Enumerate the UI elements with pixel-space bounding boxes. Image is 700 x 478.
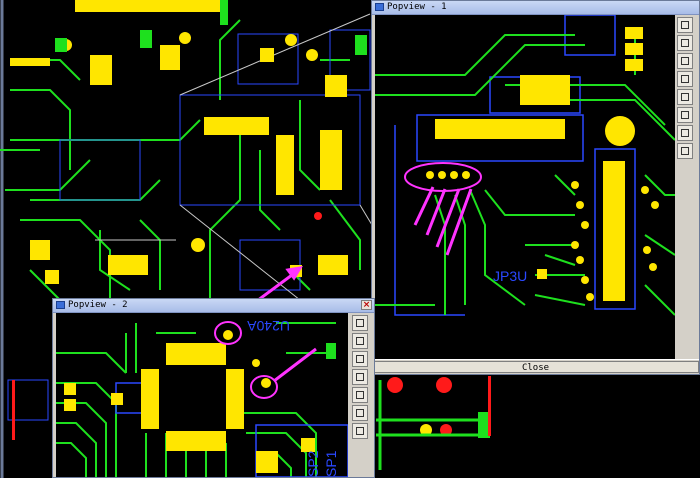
pan-icon[interactable] [352,369,368,385]
settings-icon[interactable] [677,143,693,159]
popview-2-window[interactable]: Popview - 2 × U240A SP2 SP1 [52,298,375,478]
layer-icon[interactable] [352,405,368,421]
zoom-out-icon[interactable] [352,333,368,349]
zoom-in-icon[interactable] [352,315,368,331]
window-icon [56,301,65,309]
zoom-in-icon[interactable] [677,17,693,33]
popview-1-titlebar[interactable]: Popview - 1 [372,1,699,15]
popview-2-titlebar[interactable]: Popview - 2 × [53,299,374,313]
pan-icon[interactable] [677,71,693,87]
fit-view-icon[interactable] [352,351,368,367]
board-label-jp3: JP3U [493,268,527,284]
select-icon[interactable] [352,423,368,439]
popview-2-board: U240A SP2 SP1 [56,318,348,477]
zoom-out-icon[interactable] [677,35,693,51]
refresh-icon[interactable] [352,387,368,403]
popview-2-toolbar [352,313,372,477]
popview-1-canvas[interactable]: JP3U [375,15,675,359]
popview-1-title: Popview - 1 [387,2,447,12]
select-icon[interactable] [677,125,693,141]
fit-view-icon[interactable] [677,53,693,69]
popview-1-toolbar [677,15,697,175]
popview-2-canvas[interactable]: U240A SP2 SP1 [56,313,348,477]
popview-1-footer: Close [372,359,699,374]
window-icon [375,3,384,11]
close-button[interactable]: Close [372,361,699,373]
board-label-u240a: U240A [247,318,290,334]
refresh-icon[interactable] [677,89,693,105]
popview-2-title: Popview - 2 [68,300,128,310]
popview-1-window[interactable]: Popview - 1 JP3U Close [371,0,700,375]
popview-1-board: JP3U [375,15,675,316]
close-icon[interactable]: × [361,300,372,310]
layer-icon[interactable] [677,107,693,123]
board-label-sp2: SP2 [305,450,321,477]
board-label-sp1: SP1 [323,450,339,477]
